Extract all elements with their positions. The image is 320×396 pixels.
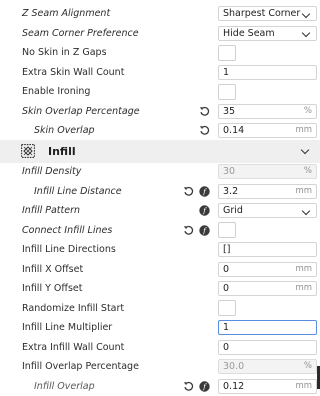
infill-x-offset-input[interactable]: 0 mm [218,262,317,277]
setting-label: Infill Line Multiplier [22,318,112,338]
infill-line-multiplier-input[interactable]: 1 [218,320,317,335]
setting-label: Infill Overlap Percentage [22,357,139,377]
unit-label: mm [295,124,312,137]
setting-row-infill-y-offset: Infill Y Offset 0 mm [0,279,320,299]
infill-overlap-percentage-input[interactable]: 30.0 % [218,359,317,374]
input-value: [] [223,243,230,256]
input-value: 1 [223,321,229,334]
setting-label: Infill Density [22,162,81,182]
setting-row-skin-overlap: Skin Overlap 0.14 mm [0,121,320,141]
reset-icon[interactable] [183,186,194,197]
setting-row-infill-overlap: Infill Overlap f 0.12 mm [0,377,320,396]
input-value: 1 [223,66,229,79]
reset-icon[interactable] [183,225,194,236]
skin-overlap-input[interactable]: 0.14 mm [218,123,317,138]
setting-label: Extra Skin Wall Count [22,63,124,83]
setting-row-extra-infill-wall-count: Extra Infill Wall Count 0 [0,338,320,358]
setting-row-infill-overlap-percentage: Infill Overlap Percentage 30.0 % [0,357,320,377]
input-value: 30.0 [223,360,244,373]
setting-row-infill-line-distance: Infill Line Distance f 3.2 mm [0,182,320,202]
infill-density-input[interactable]: 30 % [218,164,317,179]
chevron-down-icon [302,206,310,214]
reset-icon[interactable] [183,381,194,392]
chevron-down-icon [302,9,310,17]
setting-row-enable-ironing: Enable Ironing [0,82,320,102]
setting-row-z-seam-alignment: Z Seam Alignment Sharpest Corner [0,4,320,24]
setting-label: Skin Overlap Percentage [22,102,140,122]
setting-row-infill-density: Infill Density 30 % [0,162,320,182]
select-value: Sharpest Corner [223,7,300,20]
select-value: Grid [223,204,243,217]
setting-row-infill-pattern: Infill Pattern f Grid [0,201,320,221]
setting-row-skin-overlap-percentage: Skin Overlap Percentage 35 % [0,102,320,122]
setting-label: Infill Overlap [34,377,95,396]
setting-label: Z Seam Alignment [22,4,110,24]
setting-label: Infill Line Directions [22,240,116,260]
input-value: 35 [223,105,235,118]
no-skin-z-gaps-checkbox[interactable] [218,45,236,61]
infill-grid-icon [21,144,35,158]
setting-label: Infill Pattern [22,201,80,221]
input-value: 0 [223,263,229,276]
extra-skin-wall-count-input[interactable]: 1 [218,65,317,80]
select-value: Hide Seam [223,27,275,40]
extra-infill-wall-count-input[interactable]: 0 [218,340,317,355]
setting-label: Randomize Infill Start [22,299,124,319]
function-icon[interactable]: f [199,186,210,197]
setting-row-infill-x-offset: Infill X Offset 0 mm [0,260,320,280]
input-value: 0.14 [223,124,244,137]
enable-ironing-checkbox[interactable] [218,84,236,100]
setting-label: Infill Line Distance [34,182,122,202]
setting-label: No Skin in Z Gaps [22,43,107,63]
section-title: Infill [48,140,76,163]
infill-overlap-input[interactable]: 0.12 mm [218,379,317,394]
input-value: 0.12 [223,380,244,393]
setting-label: Infill Y Offset [22,279,82,299]
function-icon[interactable]: f [199,381,210,392]
infill-line-distance-input[interactable]: 3.2 mm [218,184,317,199]
input-value: 3.2 [223,185,238,198]
setting-label: Extra Infill Wall Count [22,338,124,358]
function-icon[interactable]: f [199,225,210,236]
connect-infill-lines-checkbox[interactable] [218,222,236,238]
setting-row-randomize-infill-start: Randomize Infill Start [0,299,320,319]
unit-label: mm [295,263,312,276]
unit-label: mm [295,185,312,198]
infill-line-directions-input[interactable]: [] [218,242,317,257]
reset-icon[interactable] [199,125,210,136]
infill-y-offset-input[interactable]: 0 mm [218,281,317,296]
infill-pattern-select[interactable]: Grid [218,203,317,218]
randomize-infill-start-checkbox[interactable] [218,300,236,316]
setting-label: Connect Infill Lines [22,221,112,241]
setting-label: Skin Overlap [34,121,95,141]
skin-overlap-percentage-input[interactable]: 35 % [218,104,317,119]
input-value: 0 [223,341,229,354]
setting-row-infill-line-multiplier: Infill Line Multiplier 1 [0,318,320,338]
unit-label: mm [295,380,312,393]
infill-section-header[interactable]: Infill [0,140,320,163]
unit-label: % [304,360,312,373]
chevron-down-icon [301,146,309,154]
setting-row-connect-infill-lines: Connect Infill Lines f [0,221,320,241]
chevron-down-icon [302,29,310,37]
setting-row-seam-corner-preference: Seam Corner Preference Hide Seam [0,24,320,44]
setting-label: Enable Ironing [22,82,90,102]
seam-corner-preference-select[interactable]: Hide Seam [218,26,317,41]
z-seam-alignment-select[interactable]: Sharpest Corner [218,6,317,21]
setting-row-extra-skin-wall-count: Extra Skin Wall Count 1 [0,63,320,83]
input-value: 30 [223,165,235,178]
input-value: 0 [223,282,229,295]
reset-icon[interactable] [199,106,210,117]
function-icon[interactable]: f [199,205,210,216]
unit-label: % [304,165,312,178]
setting-label: Seam Corner Preference [22,24,139,44]
setting-row-no-skin-z-gaps: No Skin in Z Gaps [0,43,320,63]
setting-label: Infill X Offset [22,260,83,280]
setting-row-infill-line-directions: Infill Line Directions [] [0,240,320,260]
unit-label: mm [295,282,312,295]
unit-label: % [304,105,312,118]
